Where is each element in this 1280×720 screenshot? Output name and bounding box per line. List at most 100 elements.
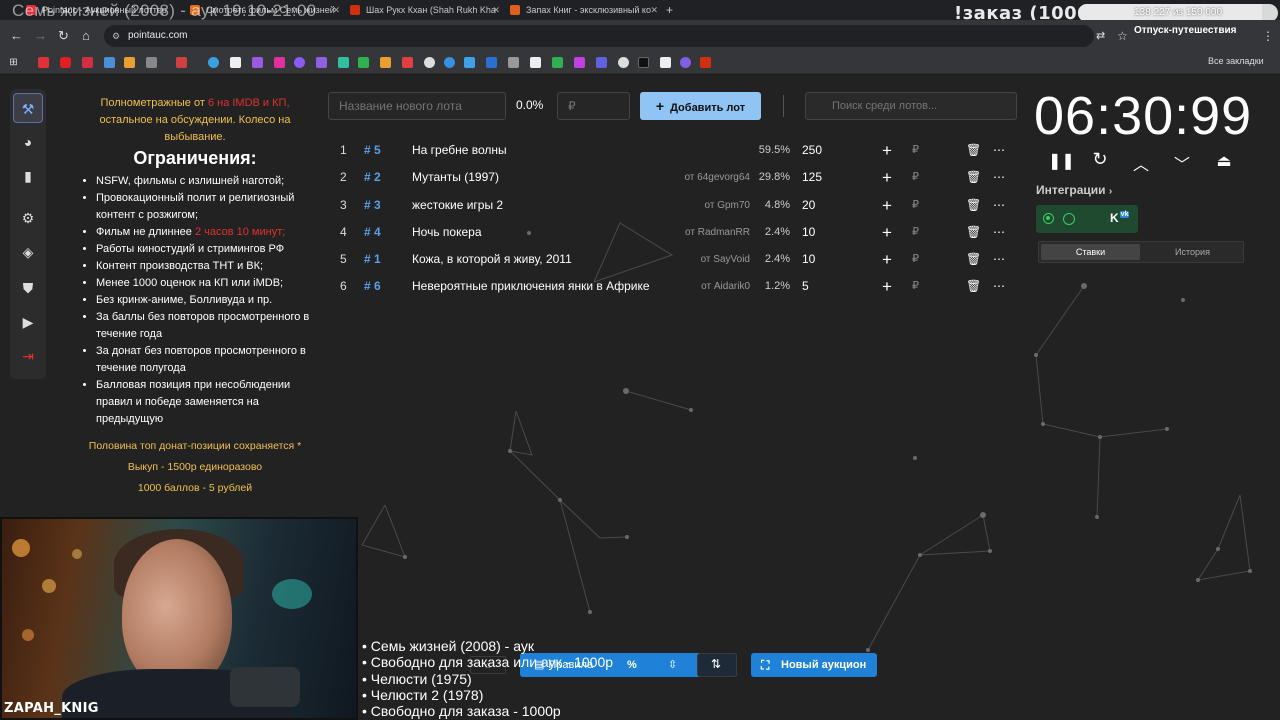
url-field[interactable]: ⚙ pointauc.com [104, 25, 1094, 47]
ruble-icon[interactable]: ₽ [912, 164, 919, 191]
bookmark-icon[interactable] [530, 57, 541, 68]
shield-icon[interactable]: ⛊ [13, 273, 43, 303]
more-icon[interactable]: ⋯ [993, 219, 1006, 246]
browser-tab[interactable]: Запах Книг - эксклюзивный ко ✕ [504, 0, 662, 20]
plus-icon[interactable]: + [882, 192, 892, 219]
bookmark-icon[interactable] [380, 57, 391, 68]
trash-icon[interactable]: 🗑 [966, 219, 981, 246]
ruble-icon[interactable]: ₽ [912, 219, 919, 246]
translate-icon[interactable]: ⇄ [1096, 28, 1105, 44]
bookmark-icon[interactable] [424, 57, 435, 68]
lot-amount[interactable]: 250 [802, 137, 822, 164]
lot-title[interactable]: жестокие игры 2 [412, 192, 503, 219]
bookmark-icon[interactable] [552, 57, 563, 68]
bookmark-icon[interactable] [660, 57, 671, 68]
add-lot-button[interactable]: + Добавить лот [640, 92, 761, 120]
bookmark-icon[interactable] [444, 57, 455, 68]
back-icon[interactable]: ← [10, 28, 23, 44]
menu-icon[interactable]: ⋮ [1262, 28, 1274, 44]
logout-icon[interactable]: ⇥ [13, 341, 43, 371]
bookmark-icon[interactable] [176, 57, 187, 68]
bookmark-icon[interactable] [208, 57, 219, 68]
bookmark-icon[interactable] [680, 57, 691, 68]
stats-icon[interactable]: ▮ [13, 161, 43, 191]
plus-icon[interactable]: + [882, 246, 892, 273]
bookmark-icon[interactable] [338, 57, 349, 68]
more-icon[interactable]: ⋯ [993, 192, 1006, 219]
more-icon[interactable]: ⋯ [993, 164, 1006, 191]
new-lot-amount-input[interactable] [557, 92, 630, 120]
tab-bets[interactable]: Ставки [1041, 244, 1140, 260]
bookmark-icon[interactable] [402, 57, 413, 68]
reload-icon[interactable]: ↻ [58, 28, 69, 44]
bookmark-icon[interactable] [294, 57, 305, 68]
lot-amount[interactable]: 10 [802, 246, 815, 273]
plus-icon[interactable]: + [882, 164, 892, 191]
bookmark-icon[interactable] [124, 57, 135, 68]
bookmark-icon[interactable] [700, 57, 711, 68]
lot-amount[interactable]: 5 [802, 273, 809, 300]
site-info-icon[interactable]: ⚙ [112, 25, 120, 47]
star-icon[interactable]: ☆ [1117, 28, 1128, 44]
bookmark-icon[interactable] [252, 57, 263, 68]
lot-title[interactable]: Мутанты (1997) [412, 164, 499, 191]
chevron-up-icon[interactable]: ︿ [1130, 151, 1152, 175]
more-icon[interactable]: ⋯ [993, 137, 1006, 164]
bookmark-icon[interactable] [82, 57, 93, 68]
lot-title[interactable]: Невероятные приключения янки в Африке [412, 273, 650, 300]
home-icon[interactable]: ⌂ [82, 28, 90, 44]
ruble-icon[interactable]: ₽ [912, 273, 919, 300]
plus-icon[interactable]: + [882, 273, 892, 300]
wheel-icon[interactable]: ◕ [13, 127, 43, 157]
plus-icon[interactable]: + [882, 219, 892, 246]
lot-search-input[interactable] [805, 92, 1017, 120]
sort-button[interactable]: ⇅ [697, 653, 737, 677]
close-icon[interactable]: ✕ [650, 0, 658, 20]
settings-gear-icon[interactable]: ⚙ [13, 203, 43, 233]
ruble-icon[interactable]: ₽ [912, 192, 919, 219]
integration-toggle-active-icon[interactable] [1043, 213, 1054, 224]
lot-amount[interactable]: 10 [802, 219, 815, 246]
split-icon[interactable]: ⇳ [668, 653, 677, 677]
bookmark-icon[interactable] [508, 57, 519, 68]
auction-hammer-icon[interactable]: ⚒ [13, 93, 43, 123]
bookmark-icon[interactable] [274, 57, 285, 68]
bookmark-icon[interactable] [618, 57, 629, 68]
forward-icon[interactable]: → [34, 28, 47, 44]
ruble-icon[interactable]: ₽ [912, 246, 919, 273]
integration-toggle-icon[interactable] [1063, 213, 1075, 225]
lot-amount[interactable]: 20 [802, 192, 815, 219]
more-icon[interactable]: ⋯ [993, 246, 1006, 273]
lot-title[interactable]: Ночь покера [412, 219, 482, 246]
lot-amount[interactable]: 125 [802, 164, 822, 191]
integrations-heading[interactable]: Интеграции › [1036, 183, 1112, 197]
percent-toggle-icon[interactable]: % [627, 653, 637, 677]
chevron-down-icon[interactable]: ﹀ [1171, 151, 1193, 175]
trash-icon[interactable]: 🗑 [966, 192, 981, 219]
trash-icon[interactable]: 🗑 [966, 246, 981, 273]
bookmark-icon[interactable] [38, 57, 49, 68]
video-icon[interactable]: ▶ [13, 307, 43, 337]
bookmark-icon[interactable] [596, 57, 607, 68]
pause-icon[interactable]: ❚❚ [1048, 151, 1075, 171]
collapse-up-icon[interactable]: ⏏ [1213, 151, 1235, 171]
vk-integration-icon[interactable]: Kvk [1109, 211, 1132, 225]
apps-icon[interactable]: ⊞ [8, 57, 19, 68]
bookmark-icon[interactable] [638, 57, 649, 68]
bookmark-icon[interactable] [230, 57, 241, 68]
bookmark-icon[interactable] [574, 57, 585, 68]
restart-icon[interactable]: ↻ [1089, 149, 1111, 170]
close-icon[interactable]: ✕ [492, 0, 500, 20]
bookmark-icon[interactable] [486, 57, 497, 68]
close-icon[interactable]: ✕ [332, 0, 340, 20]
new-tab-button[interactable]: + [662, 0, 682, 20]
bookmark-icon[interactable] [358, 57, 369, 68]
bookmark-icon[interactable] [464, 57, 475, 68]
new-lot-name-input[interactable] [328, 92, 506, 120]
new-auction-button[interactable]: ⛶ Новый аукцион [751, 653, 877, 677]
bookmark-icon[interactable] [60, 57, 71, 68]
all-bookmarks-link[interactable]: Все закладки [1208, 56, 1264, 66]
bookmark-icon[interactable] [316, 57, 327, 68]
lot-title[interactable]: На гребне волны [412, 137, 507, 164]
trash-icon[interactable]: 🗑 [966, 164, 981, 191]
